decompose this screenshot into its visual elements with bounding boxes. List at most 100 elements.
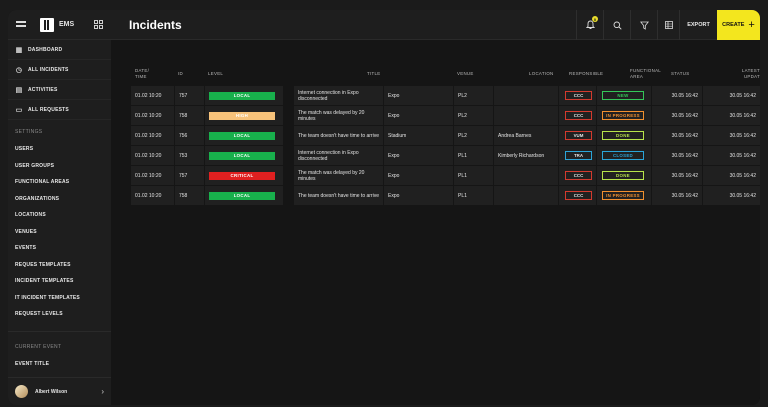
cell-latest: 30.05 16:42 [703,86,760,105]
cell-status: DONE [597,126,651,145]
current-event-title[interactable]: EVENT TITLE [8,356,111,373]
cell-updated: 30.05 16:42 [652,146,702,165]
settings-item[interactable]: EVENTS [8,240,111,257]
apps-grid-icon[interactable] [94,20,103,29]
search-button[interactable] [603,10,630,40]
cell-title: The match was delayed by 20 minutes [294,166,383,185]
col-date[interactable]: DATE/TIME [135,68,149,79]
level-badge: LOCAL [209,191,275,200]
cell-id: 753 [175,146,204,165]
settings-item[interactable]: VENUES [8,224,111,241]
cell-status: NEW [597,86,651,105]
cell-date: 01.02 10:20 [131,86,174,105]
cell-venue: Expo [384,86,453,105]
dashboard-icon: ▦ [15,46,23,54]
cell-status: IN PROGRESS [597,186,651,205]
responsible-badge: VUM [565,131,592,140]
notifications-button[interactable]: 0 [576,10,603,40]
filter-icon [639,21,649,30]
cell-latest: 30.05 16:42 [703,126,760,145]
level-badge: LOCAL [209,151,275,160]
responsible-badge: CCC [565,91,592,100]
col-venue[interactable]: VENUE [457,71,474,77]
sidebar-item-all-incidents[interactable]: ◷ ALL INCIDENTS [8,60,111,80]
cell-venue: Expo [384,166,453,185]
table-row[interactable]: 01.02 10:20 758 LOCAL The team doesn't have… [131,186,760,205]
table-row[interactable]: 01.02 10:20 757 CRITICAL The match was dela… [131,166,760,185]
cell-id: 757 [175,86,204,105]
create-button[interactable]: CREATE + [717,10,760,40]
settings-item[interactable]: IT INCIDENT TEMPLATES [8,290,111,307]
export-button[interactable]: EXPORT [679,10,717,40]
cell-location [494,106,558,125]
col-responsible[interactable]: RESPONSIBLE [569,71,603,77]
app-name: EMS [59,21,75,28]
status-badge: NEW [602,91,644,100]
logo [40,17,54,32]
cell-title: The match was delayed by 20 minutes [294,106,383,125]
cell-farea: PL1 [454,166,493,185]
app-window: EMS ▦ DASHBOARD ◷ ALL INCIDENTS ▤ ACTIVI… [8,10,760,405]
cell-title: Internet connection in Expo disconnected [294,86,383,105]
level-badge: LOCAL [209,91,275,100]
chat-icon: ▭ [15,106,23,114]
settings-item[interactable]: INCIDENT TEMPLATES [8,273,111,290]
cell-responsible: CCC [559,86,596,105]
incidents-table: DATE/TIME ID LEVEL TITLE VENUE LOCATION … [111,40,760,405]
responsible-badge: TRA [565,151,592,160]
col-title[interactable]: TITLE [367,71,380,77]
table-row[interactable]: 01.02 10:20 757 LOCAL Internet connection i… [131,86,760,105]
user-profile[interactable]: Albert Wilson › [8,377,111,405]
cell-id: 758 [175,186,204,205]
calendar-icon: ▤ [15,86,23,94]
level-badge: CRITICAL [209,171,275,180]
top-bar: Incidents 0 EXPORT CREATE + [111,10,760,40]
col-id[interactable]: ID [178,71,183,77]
cell-farea: PL1 [454,146,493,165]
filter-button[interactable] [630,10,657,40]
col-functional-area[interactable]: FUNCTIONAL AREA [630,68,661,79]
settings-item[interactable]: LOCATIONS [8,207,111,224]
cell-date: 01.02 10:20 [131,146,174,165]
responsible-badge: CCC [565,171,592,180]
sidebar-header: EMS [8,10,111,40]
columns-button[interactable] [657,10,679,40]
table-row[interactable]: 01.02 10:20 756 LOCAL The team doesn't have… [131,126,760,145]
settings-item[interactable]: FUNCTIONAL AREAS [8,174,111,191]
responsible-badge: CCC [565,111,592,120]
col-latest-update[interactable]: LATEST UPDAT [727,68,760,79]
cell-level: LOCAL [205,186,283,205]
cell-farea: PL2 [454,126,493,145]
settings-item[interactable]: USER GROUPS [8,158,111,175]
settings-item[interactable]: REQUEST LEVELS [8,306,111,323]
menu-icon[interactable] [16,20,28,29]
page-title: Incidents [129,18,182,32]
cell-latest: 30.05 16:42 [703,186,760,205]
cell-location [494,86,558,105]
table-row[interactable]: 01.02 10:20 753 LOCAL Internet connection i… [131,146,760,165]
cell-title: Internet connection in Expo disconnected [294,146,383,165]
cell-venue: Expo [384,106,453,125]
cell-responsible: CCC [559,166,596,185]
table-row[interactable]: 01.02 10:20 758 HIGH The match was delayed … [131,106,760,125]
cell-level: CRITICAL [205,166,283,185]
sidebar-item-dashboard[interactable]: ▦ DASHBOARD [8,40,111,60]
cell-date: 01.02 10:20 [131,106,174,125]
sidebar-item-activities[interactable]: ▤ ACTIVITIES [8,80,111,100]
cell-title: The team doesn't have time to arrive [294,186,383,205]
cell-venue: Expo [384,146,453,165]
col-status[interactable]: STATUS [671,71,689,77]
status-badge: DONE [602,171,644,180]
cell-responsible: CCC [559,186,596,205]
settings-item[interactable]: REQUES TEMPLATES [8,257,111,274]
status-badge: IN PROGRESS [602,191,644,200]
avatar [15,385,28,398]
cell-updated: 30.05 16:42 [652,86,702,105]
settings-item[interactable]: USERS [8,141,111,158]
cell-updated: 30.05 16:42 [652,126,702,145]
col-level[interactable]: LEVEL [208,71,223,77]
sidebar-item-all-requests[interactable]: ▭ ALL REQUESTS [8,100,111,120]
cell-location [494,186,558,205]
col-location[interactable]: LOCATION [529,71,554,77]
settings-item[interactable]: ORGANIZATIONS [8,191,111,208]
